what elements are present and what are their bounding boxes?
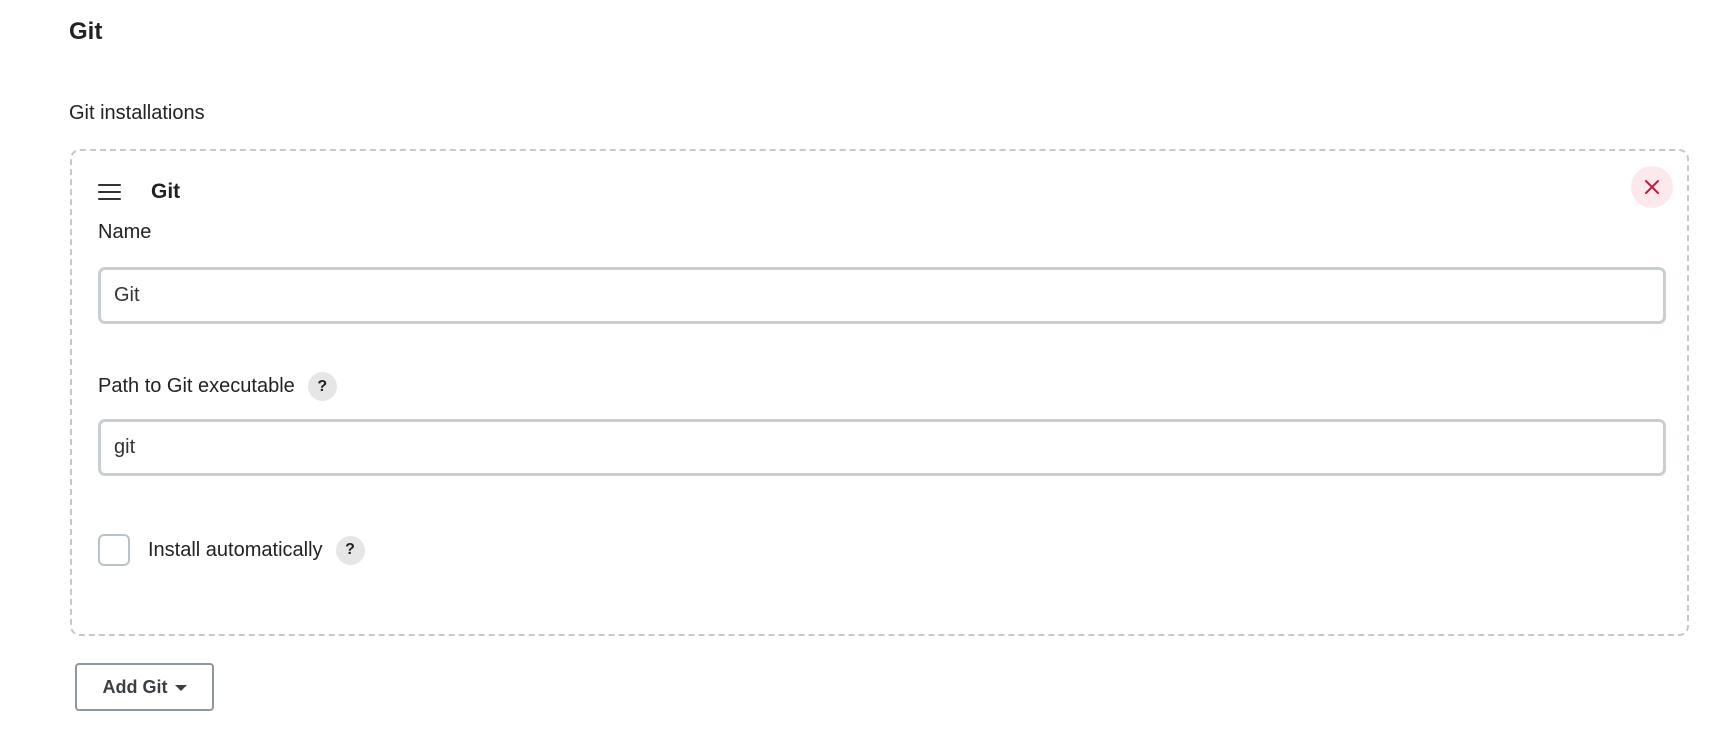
install-automatically-help-icon[interactable]: ? <box>335 535 365 565</box>
install-automatically-row: Install automatically ? <box>98 534 365 566</box>
path-input[interactable] <box>98 419 1666 476</box>
name-input[interactable] <box>98 267 1666 324</box>
add-git-button[interactable]: Add Git <box>75 663 214 711</box>
delete-installation-button[interactable] <box>1631 166 1673 208</box>
installation-header: Git <box>98 177 180 207</box>
git-installation-card: Git Name Path to Git executable ? Instal… <box>70 149 1689 636</box>
installation-title: Git <box>151 180 181 203</box>
install-automatically-checkbox[interactable] <box>98 534 130 566</box>
drag-handle-icon[interactable] <box>98 184 121 200</box>
path-label-text: Path to Git executable <box>98 375 295 397</box>
name-label: Name <box>98 221 151 244</box>
add-git-label: Add Git <box>102 676 168 697</box>
name-label-text: Name <box>98 221 152 243</box>
path-label: Path to Git executable ? <box>98 372 337 401</box>
installations-label: Git installations <box>69 102 205 124</box>
close-icon <box>1645 180 1659 194</box>
section-title: Git <box>69 18 103 45</box>
install-automatically-label[interactable]: Install automatically <box>148 539 323 562</box>
caret-down-icon <box>174 685 187 691</box>
path-help-icon[interactable]: ? <box>307 372 337 401</box>
